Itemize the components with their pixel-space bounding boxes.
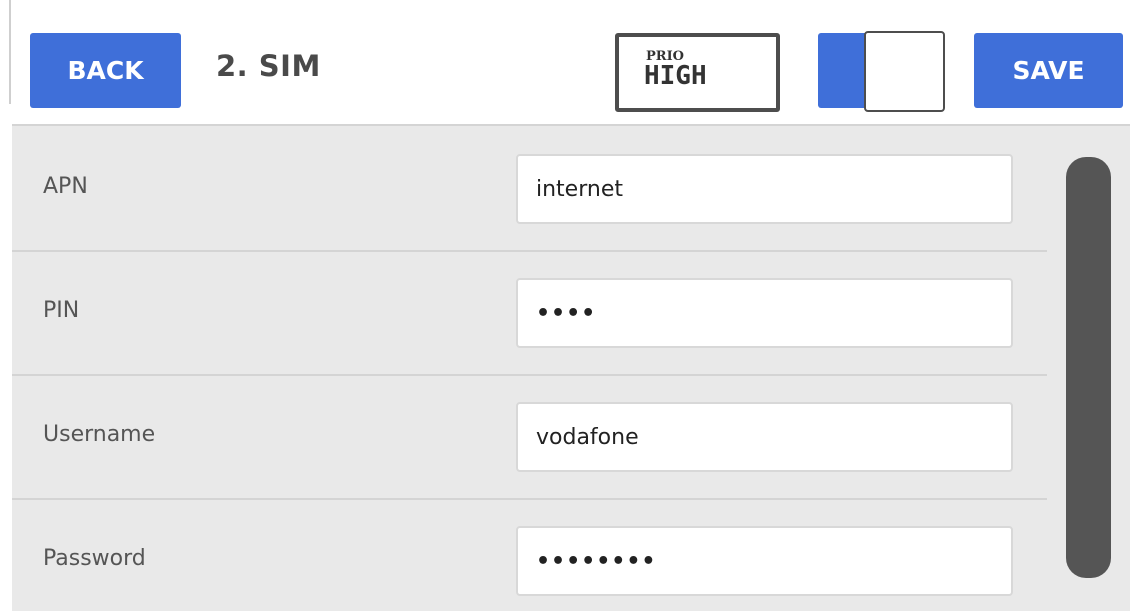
username-input[interactable] xyxy=(516,402,1013,472)
apn-input[interactable] xyxy=(516,154,1013,224)
password-input[interactable] xyxy=(516,526,1013,596)
page-title: 2. SIM xyxy=(216,49,321,83)
top-edge xyxy=(0,0,1130,12)
pin-input[interactable] xyxy=(516,278,1013,348)
priority-level: HIGH xyxy=(644,61,707,91)
scrollbar-thumb[interactable] xyxy=(1066,157,1111,578)
left-edge-divider xyxy=(9,0,11,104)
save-button[interactable]: SAVE xyxy=(974,33,1123,108)
form-row-apn: APN xyxy=(12,128,1047,252)
sim-settings-screen: BACK 2. SIM PRIO HIGH SAVE APN PIN Usern… xyxy=(0,0,1130,611)
form-row-pin: PIN xyxy=(12,252,1047,376)
username-label: Username xyxy=(43,422,156,447)
apn-label: APN xyxy=(43,174,88,199)
left-edge xyxy=(0,0,12,611)
form-row-username: Username xyxy=(12,376,1047,500)
enable-toggle[interactable] xyxy=(818,31,948,112)
pin-label: PIN xyxy=(43,298,80,323)
header-bar: BACK 2. SIM PRIO HIGH SAVE xyxy=(12,12,1130,126)
form-row-password: Password xyxy=(12,500,1047,611)
priority-selector[interactable]: PRIO HIGH xyxy=(615,33,780,112)
toggle-knob[interactable] xyxy=(864,31,945,112)
back-button[interactable]: BACK xyxy=(30,33,181,108)
password-label: Password xyxy=(43,546,146,571)
